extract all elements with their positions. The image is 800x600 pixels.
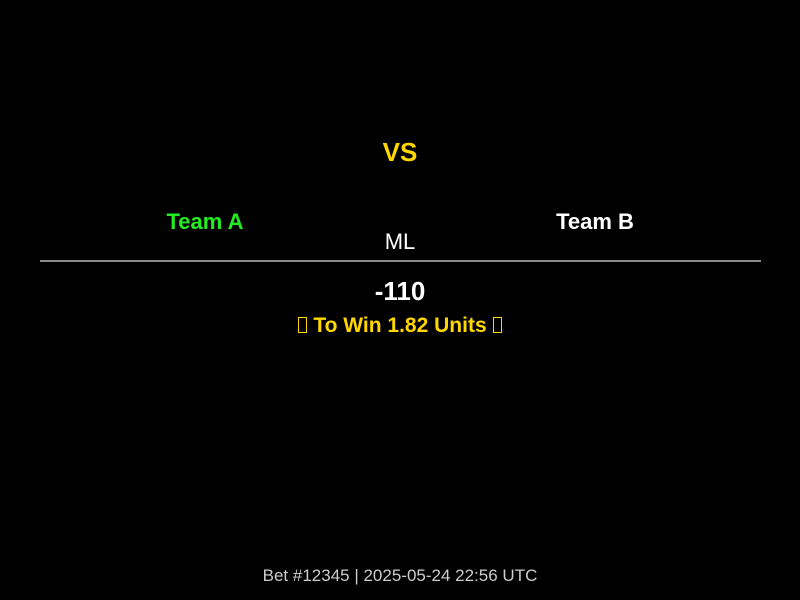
bet-footer: Bet #12345 | 2025-05-24 22:56 UTC bbox=[262, 566, 538, 585]
missing-glyph-icon bbox=[298, 317, 308, 333]
market-type-label: ML bbox=[384, 229, 416, 254]
vs-label: VS bbox=[382, 137, 418, 167]
missing-glyph-icon bbox=[492, 317, 502, 333]
to-win-line: To Win 1.82 Units bbox=[0, 312, 800, 340]
bet-slip-screen: VS Team A Team B ML -110 To Win 1.82 Uni… bbox=[0, 0, 800, 600]
divider bbox=[40, 260, 761, 262]
to-win-text: To Win 1.82 Units bbox=[313, 314, 487, 337]
odds-value: -110 bbox=[374, 276, 426, 306]
